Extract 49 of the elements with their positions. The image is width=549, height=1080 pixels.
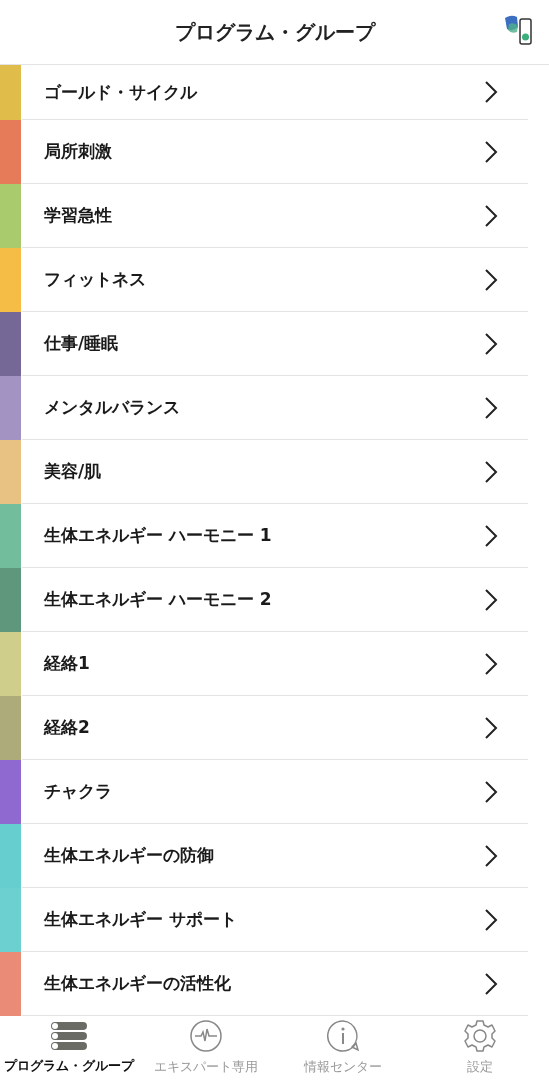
group-label: 生体エネルギー ハーモニー 2 <box>44 588 272 611</box>
group-label: 局所刺激 <box>44 140 112 163</box>
group-item[interactable]: ゴールド・サイクル <box>0 65 549 120</box>
group-label: 経絡2 <box>44 716 90 739</box>
chevron-icon <box>484 459 498 484</box>
group-label: 生体エネルギー サポート <box>44 908 237 931</box>
chevron-icon <box>484 907 498 932</box>
group-item[interactable]: チャクラ <box>0 760 549 824</box>
group-label: 経絡1 <box>44 652 90 675</box>
list-icon <box>49 1021 88 1051</box>
group-label: 学習急性 <box>44 204 112 227</box>
info-icon <box>327 1020 360 1052</box>
group-item[interactable]: 経絡2 <box>0 696 549 760</box>
chevron-icon <box>484 80 498 104</box>
settings-icon <box>464 1020 497 1052</box>
chevron-icon <box>484 523 498 548</box>
chevron-icon <box>484 267 498 292</box>
chevron-icon <box>484 971 498 996</box>
group-item[interactable]: 生体エネルギー ハーモニー 1 <box>0 504 549 568</box>
group-label: 生体エネルギー ハーモニー 1 <box>44 524 272 547</box>
group-label: 生体エネルギーの活性化 <box>44 972 231 995</box>
chevron-icon <box>484 651 498 676</box>
chevron-icon <box>484 587 498 612</box>
group-item[interactable]: 学習急性 <box>0 184 549 248</box>
chevron-icon <box>484 843 498 868</box>
group-item[interactable]: 生体エネルギーの防御 <box>0 824 549 888</box>
group-label: メンタルバランス <box>44 396 180 419</box>
pulse-icon <box>189 1020 222 1052</box>
screen-title: プログラム・グループ <box>174 18 375 46</box>
chevron-icon <box>484 203 498 228</box>
chevron-icon <box>484 139 498 164</box>
group-item[interactable]: 美容/肌 <box>0 440 549 504</box>
chevron-icon <box>484 715 498 740</box>
group-item[interactable]: 経絡1 <box>0 632 549 696</box>
group-item[interactable]: メンタルバランス <box>0 376 549 440</box>
group-label: 美容/肌 <box>44 460 102 483</box>
group-item[interactable]: フィットネス <box>0 248 549 312</box>
group-label: フィットネス <box>44 268 146 291</box>
group-item[interactable]: 局所刺激 <box>0 120 549 184</box>
group-item[interactable]: 仕事/睡眠 <box>0 312 549 376</box>
chevron-icon <box>484 779 498 804</box>
group-item[interactable]: 生体エネルギー ハーモニー 2 <box>0 568 549 632</box>
chevron-icon <box>484 395 498 420</box>
group-item[interactable]: 生体エネルギー サポート <box>0 888 549 952</box>
group-label: 生体エネルギーの防御 <box>44 844 214 867</box>
group-label: 仕事/睡眠 <box>44 332 119 355</box>
chevron-icon <box>484 331 498 356</box>
group-label: チャクラ <box>44 780 112 803</box>
group-label: ゴールド・サイクル <box>44 80 197 104</box>
